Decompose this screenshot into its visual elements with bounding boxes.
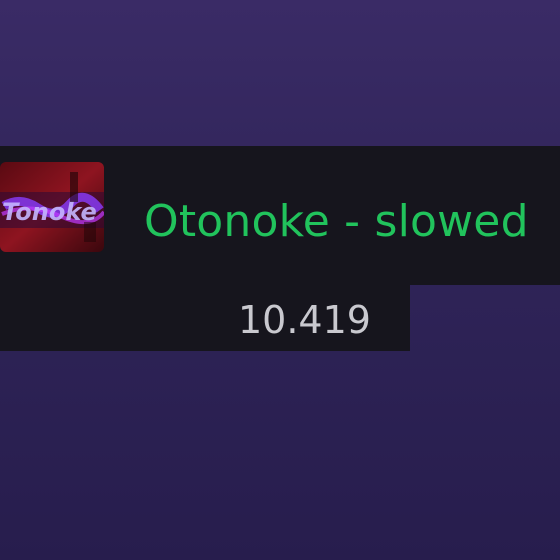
play-count: 10.419 <box>238 298 371 342</box>
play-count-box: 10.419 <box>0 285 410 351</box>
album-art-graphic: Tonoke <box>0 162 104 252</box>
album-art-image[interactable]: Tonoke <box>0 162 104 252</box>
svg-text:Tonoke: Tonoke <box>2 198 97 226</box>
track-title[interactable]: Otonoke - slowed <box>144 196 529 248</box>
track-row[interactable]: Tonoke Otonoke - slowed <box>0 146 560 285</box>
